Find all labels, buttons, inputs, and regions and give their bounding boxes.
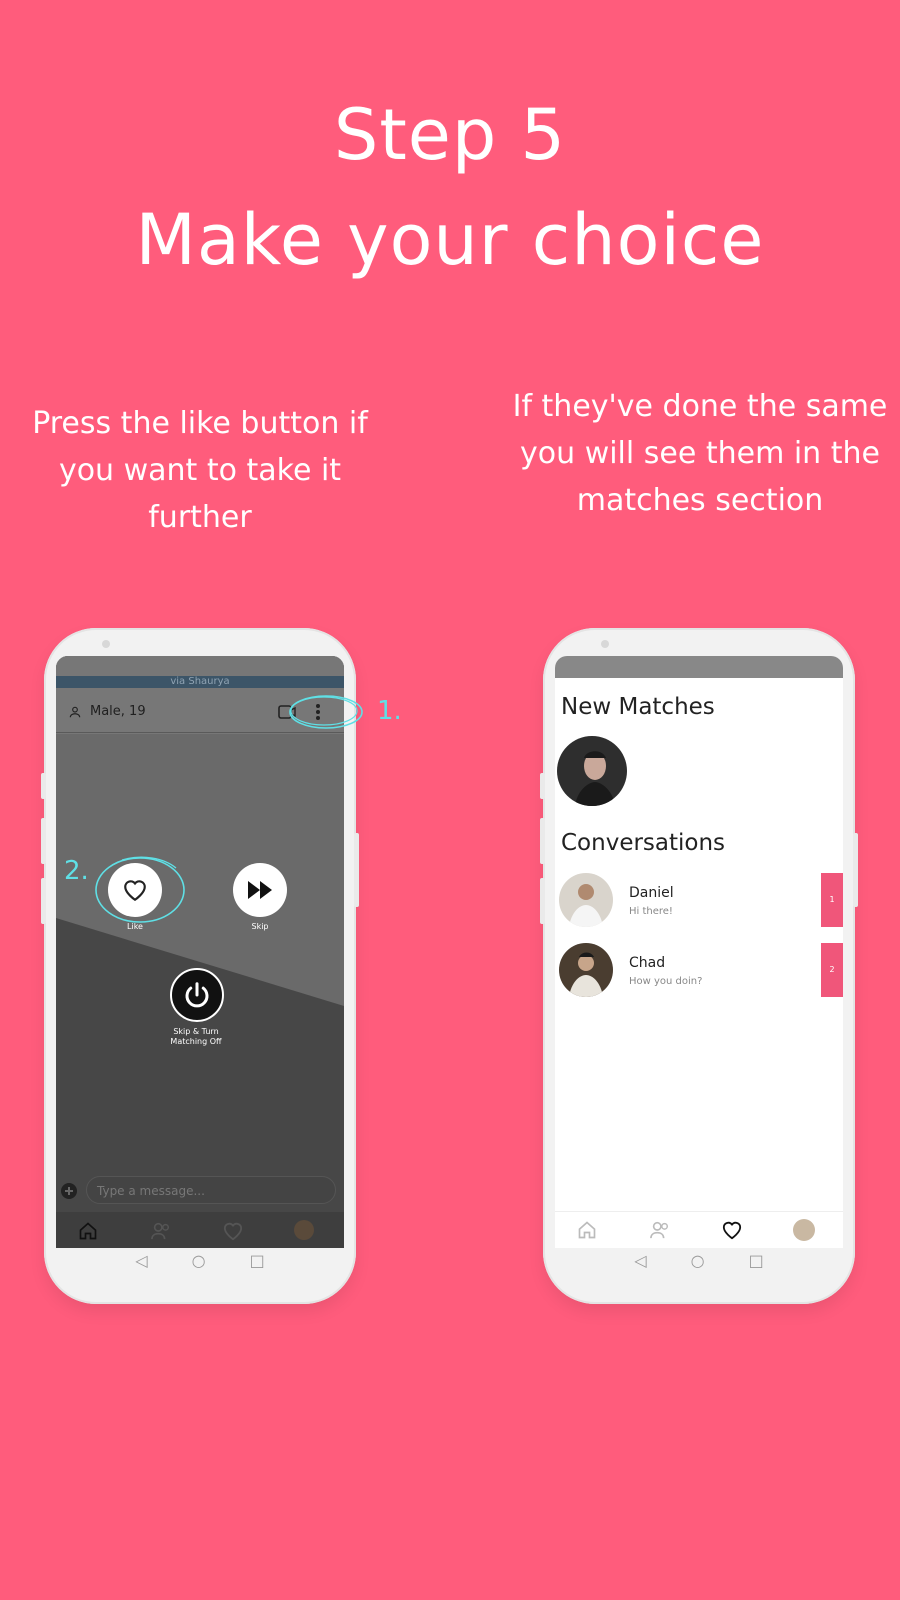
volume-key [540, 773, 545, 799]
conversation-avatar [559, 873, 613, 927]
unread-badge: 1 [821, 873, 843, 927]
home-icon[interactable] [78, 1221, 98, 1241]
right-phone-frame: New Matches Conversations Daniel Hi ther… [540, 628, 858, 1304]
profile-text: Male, 19 [90, 704, 146, 719]
skip-turn-off-button[interactable] [170, 968, 224, 1022]
home-circle-icon[interactable]: ○ [691, 1251, 705, 1270]
power-key [853, 833, 858, 907]
background-shape [56, 656, 344, 1006]
right-description: If they've done the same you will see th… [512, 389, 888, 518]
power-label-line2: Matching Off [170, 1037, 222, 1046]
camera-dot [601, 640, 609, 648]
fast-forward-icon [248, 881, 272, 899]
page-subtitle: Make your choice [135, 199, 765, 281]
avatar-photo [569, 952, 603, 997]
conversation-row[interactable]: Daniel Hi there! 1 [555, 873, 843, 929]
system-nav: ◁ ○ □ [56, 1242, 344, 1278]
conversation-avatar [559, 943, 613, 997]
conversation-name: Daniel [629, 885, 674, 901]
left-description: Press the like button if you want to tak… [32, 406, 368, 535]
people-icon[interactable] [150, 1221, 172, 1241]
profile-avatar[interactable] [294, 1220, 314, 1240]
conversation-name: Chad [629, 955, 666, 971]
highlight-circle-menu [289, 695, 363, 729]
volume-key [540, 818, 545, 864]
unread-badge: 2 [821, 943, 843, 997]
conversation-row[interactable]: Chad How you doin? 2 [555, 943, 843, 999]
people-icon[interactable] [649, 1220, 671, 1240]
step-title: Step 5 [333, 94, 567, 176]
annotation-step-1: 1. [377, 696, 402, 726]
volume-key [41, 878, 46, 924]
user-icon [69, 706, 81, 717]
home-circle-icon[interactable]: ○ [192, 1251, 206, 1270]
add-icon[interactable] [60, 1182, 78, 1200]
chat-screen: via Shaurya Male, 19 Like Skip Skip & Tu… [56, 656, 344, 1248]
status-bar [555, 656, 843, 678]
matches-heart-icon[interactable] [721, 1220, 743, 1240]
back-icon[interactable]: ◁ [634, 1251, 646, 1270]
annotation-step-2: 2. [64, 856, 89, 886]
skip-button[interactable] [233, 863, 287, 917]
avatar-photo [569, 884, 603, 927]
highlight-circle-like [95, 856, 185, 923]
power-icon [185, 982, 209, 1008]
new-match-avatar[interactable] [557, 736, 627, 806]
conversation-preview: Hi there! [629, 906, 673, 917]
message-bar: Type a message... [60, 1176, 340, 1206]
banner: via Shaurya [56, 676, 344, 688]
conversation-preview: How you doin? [629, 976, 703, 987]
recents-icon[interactable]: □ [250, 1251, 265, 1270]
message-input[interactable]: Type a message... [86, 1176, 336, 1204]
profile-avatar[interactable] [793, 1219, 815, 1241]
recents-icon[interactable]: □ [749, 1251, 764, 1270]
profile-label: Male, 19 [68, 704, 146, 719]
system-nav: ◁ ○ □ [555, 1242, 843, 1278]
power-label-line1: Skip & Turn [173, 1027, 219, 1036]
volume-key [540, 878, 545, 924]
back-icon[interactable]: ◁ [135, 1251, 147, 1270]
power-key [354, 833, 359, 907]
volume-key [41, 773, 46, 799]
match-photo [575, 751, 615, 806]
skip-label: Skip [251, 922, 269, 931]
camera-dot [102, 640, 110, 648]
conversations-title: Conversations [561, 830, 726, 856]
matches-heart-icon[interactable] [222, 1221, 244, 1241]
matches-screen: New Matches Conversations Daniel Hi ther… [555, 656, 843, 1248]
new-matches-title: New Matches [561, 694, 715, 720]
volume-key [41, 818, 46, 864]
home-icon[interactable] [577, 1220, 597, 1240]
